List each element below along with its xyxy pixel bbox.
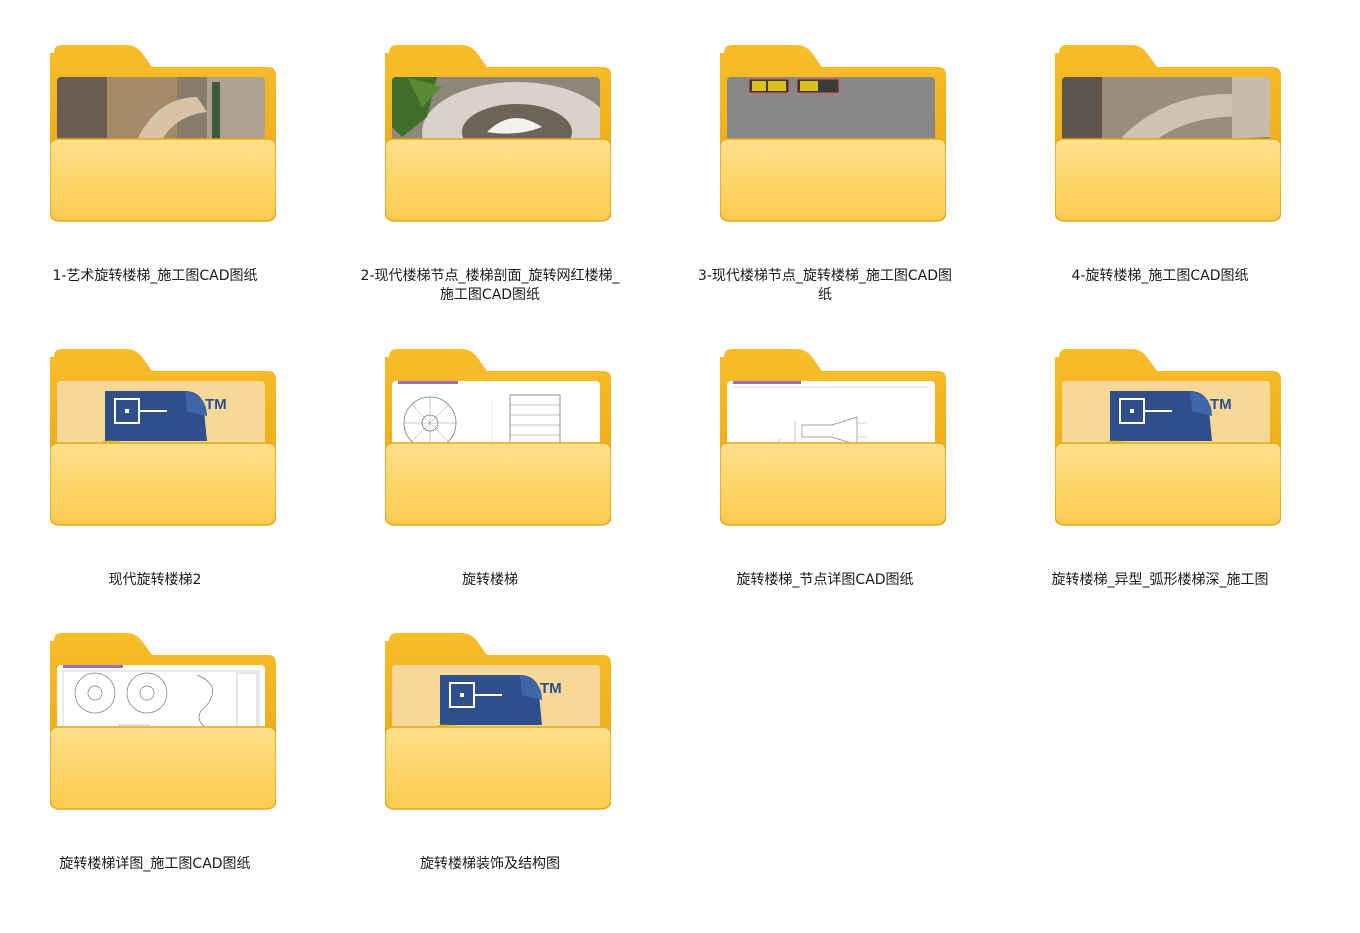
folder-item[interactable]: 旋转楼梯详图_施工图CAD图纸 — [25, 633, 285, 933]
folder-name[interactable]: 旋转楼梯 — [360, 571, 620, 590]
folder-icon — [720, 45, 946, 225]
folder-icon: TM — [385, 633, 611, 813]
folder-icon — [1055, 45, 1281, 225]
folder-icon: TM — [1055, 349, 1281, 529]
folder-name[interactable]: 旋转楼梯_节点详图CAD图纸 — [695, 571, 955, 590]
folder-item[interactable]: 2-现代楼梯节点_楼梯剖面_旋转网红楼梯_施工图CAD图纸 — [360, 45, 620, 345]
folder-name[interactable]: 旋转楼梯装饰及结构图 — [360, 855, 620, 874]
folder-icon: TM — [50, 349, 276, 529]
folder-icon — [50, 633, 276, 813]
folder-item[interactable]: 旋转楼梯 — [360, 349, 620, 649]
folder-item[interactable]: 4-旋转楼梯_施工图CAD图纸 — [1030, 45, 1290, 345]
folder-item[interactable]: TM 现代旋转楼梯2 — [25, 349, 285, 649]
folder-name[interactable]: 旋转楼梯_异型_弧形楼梯深_施工图 — [1030, 571, 1290, 590]
folder-item[interactable]: 3-现代楼梯节点_旋转楼梯_施工图CAD图纸 — [695, 45, 955, 345]
folder-item[interactable]: TM 旋转楼梯_异型_弧形楼梯深_施工图 — [1030, 349, 1290, 649]
folder-icon — [720, 349, 946, 529]
folder-name[interactable]: 现代旋转楼梯2 — [25, 571, 285, 590]
folder-name[interactable]: 2-现代楼梯节点_楼梯剖面_旋转网红楼梯_施工图CAD图纸 — [360, 267, 620, 305]
folder-name[interactable]: 4-旋转楼梯_施工图CAD图纸 — [1030, 267, 1290, 286]
folder-item[interactable]: TM 旋转楼梯装饰及结构图 — [360, 633, 620, 933]
folder-icon — [50, 45, 276, 225]
folder-name[interactable]: 3-现代楼梯节点_旋转楼梯_施工图CAD图纸 — [695, 267, 955, 305]
folder-item[interactable]: 1-艺术旋转楼梯_施工图CAD图纸 — [25, 45, 285, 345]
folder-icon — [385, 349, 611, 529]
folder-icon — [385, 45, 611, 225]
folder-name[interactable]: 1-艺术旋转楼梯_施工图CAD图纸 — [25, 267, 285, 286]
folder-item[interactable]: 旋转楼梯_节点详图CAD图纸 — [695, 349, 955, 649]
folder-name[interactable]: 旋转楼梯详图_施工图CAD图纸 — [25, 855, 285, 874]
